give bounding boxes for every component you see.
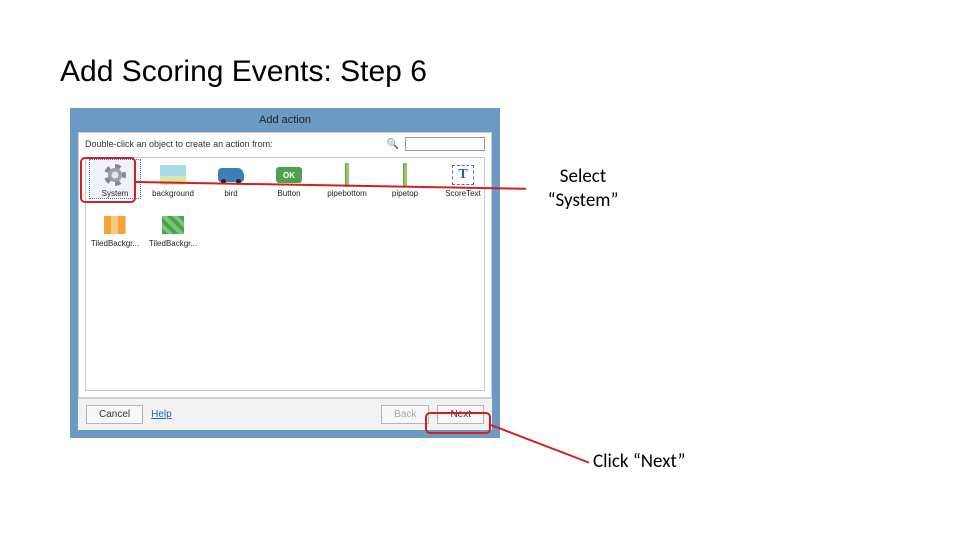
annotation-click-next: Click “Next” (593, 450, 685, 474)
cancel-button[interactable]: Cancel (86, 405, 143, 424)
object-list: System background bird OK Button pipebot… (85, 157, 485, 391)
object-label: TiledBackgr... (90, 239, 140, 248)
object-label: pipebottom (322, 189, 372, 198)
annotation-select-system: Select “System” (528, 165, 638, 213)
gear-icon (100, 162, 130, 188)
add-action-dialog: Add action Double-click an object to cre… (70, 108, 500, 438)
object-pipetop[interactable]: pipetop (380, 160, 430, 198)
object-tiledbg-2[interactable]: TiledBackgr... (148, 210, 198, 248)
pipe-icon (390, 162, 420, 188)
slide-title: Add Scoring Events: Step 6 (60, 55, 427, 89)
car-icon (216, 162, 246, 188)
instruction-row: Double-click an object to create an acti… (79, 133, 491, 155)
object-tiledbg-1[interactable]: TiledBackgr... (90, 210, 140, 248)
object-label: background (148, 189, 198, 198)
object-bird[interactable]: bird (206, 160, 256, 198)
object-label: bird (206, 189, 256, 198)
object-label: pipetop (380, 189, 430, 198)
object-pipebottom[interactable]: pipebottom (322, 160, 372, 198)
help-link[interactable]: Help (151, 409, 172, 420)
dialog-titlebar: Add action (78, 112, 492, 132)
landscape-icon (158, 162, 188, 188)
dialog-body: Double-click an object to create an acti… (78, 132, 492, 398)
instruction-text: Double-click an object to create an acti… (85, 139, 381, 149)
object-label: TiledBackgr... (148, 239, 198, 248)
object-background[interactable]: background (148, 160, 198, 198)
object-label: Button (264, 189, 314, 198)
object-system[interactable]: System (90, 160, 140, 198)
next-button[interactable]: Next (437, 405, 484, 424)
text-icon: T (448, 162, 478, 188)
tiled-icon (158, 212, 188, 238)
dialog-footer: Cancel Help Back Next (78, 398, 492, 430)
object-button[interactable]: OK Button (264, 160, 314, 198)
callout-line-next (491, 424, 590, 463)
object-scoretext[interactable]: T ScoreText (438, 160, 485, 198)
tiled-icon (100, 212, 130, 238)
ok-button-icon: OK (274, 162, 304, 188)
search-icon: 🔍 (387, 139, 399, 150)
back-button[interactable]: Back (381, 405, 429, 424)
pipe-icon (332, 162, 362, 188)
object-label: System (90, 189, 140, 198)
search-input[interactable] (405, 137, 485, 151)
object-label: ScoreText (438, 189, 485, 198)
